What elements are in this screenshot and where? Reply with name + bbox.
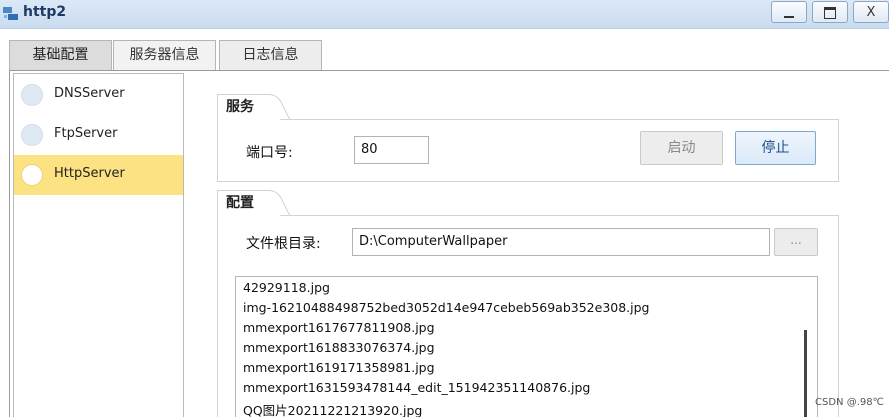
minimize-icon xyxy=(784,15,794,18)
sidebar-item-label: FtpServer xyxy=(54,126,118,141)
sidebar-item-dnsserver[interactable]: DNSServer xyxy=(14,75,183,115)
list-item[interactable]: img-16210488498752bed3052d14e947cebeb569… xyxy=(243,300,650,315)
window-title: http2 xyxy=(23,4,67,20)
server-status-icon xyxy=(21,84,43,106)
start-button[interactable]: 启动 xyxy=(640,131,723,165)
port-label: 端口号: xyxy=(246,145,293,161)
watermark: CSDN @.98℃ xyxy=(815,397,884,408)
tab-log-info[interactable]: 日志信息 xyxy=(219,40,322,70)
sidebar-item-label: DNSServer xyxy=(54,86,125,101)
service-group-title: 服务 xyxy=(217,94,269,120)
group-tab-edge xyxy=(268,190,291,216)
file-list-scrollbar[interactable] xyxy=(804,330,807,417)
group-tab-edge xyxy=(268,94,291,120)
maximize-icon xyxy=(824,6,836,19)
list-item[interactable]: 42929118.jpg xyxy=(243,280,330,295)
list-item[interactable]: QQ图片20211221213920.jpg xyxy=(243,400,422,417)
title-bar: http2 X xyxy=(0,0,889,29)
file-list[interactable]: 42929118.jpg img-16210488498752bed3052d1… xyxy=(235,276,818,417)
group-tab-join xyxy=(218,118,280,120)
maximize-button[interactable] xyxy=(812,1,848,23)
http-server-icon xyxy=(3,7,18,20)
group-tab-join xyxy=(218,214,280,216)
tab-server-info[interactable]: 服务器信息 xyxy=(113,40,216,70)
minimize-button[interactable] xyxy=(771,1,807,23)
list-item[interactable]: mmexport1619171358981.jpg xyxy=(243,360,435,375)
tab-basic-config[interactable]: 基础配置 xyxy=(9,40,112,70)
sidebar-item-httpserver[interactable]: HttpServer xyxy=(14,155,183,195)
sidebar-item-label: HttpServer xyxy=(54,166,125,181)
root-dir-label: 文件根目录: xyxy=(246,236,321,252)
close-button[interactable]: X xyxy=(853,1,889,23)
stop-button[interactable]: 停止 xyxy=(735,131,816,165)
server-list: DNSServer FtpServer HttpServer xyxy=(13,73,184,417)
list-item[interactable]: mmexport1618833076374.jpg xyxy=(243,340,435,355)
sidebar-item-ftpserver[interactable]: FtpServer xyxy=(14,115,183,155)
browse-button[interactable]: ... xyxy=(774,228,818,256)
root-dir-field[interactable]: D:\ComputerWallpaper xyxy=(352,228,770,256)
server-status-icon xyxy=(21,124,43,146)
port-field[interactable]: 80 xyxy=(354,136,429,164)
server-status-icon xyxy=(21,164,43,186)
config-group-title: 配置 xyxy=(217,190,269,216)
list-item[interactable]: mmexport1631593478144_edit_1519423511408… xyxy=(243,380,590,395)
list-item[interactable]: mmexport1617677811908.jpg xyxy=(243,320,435,335)
